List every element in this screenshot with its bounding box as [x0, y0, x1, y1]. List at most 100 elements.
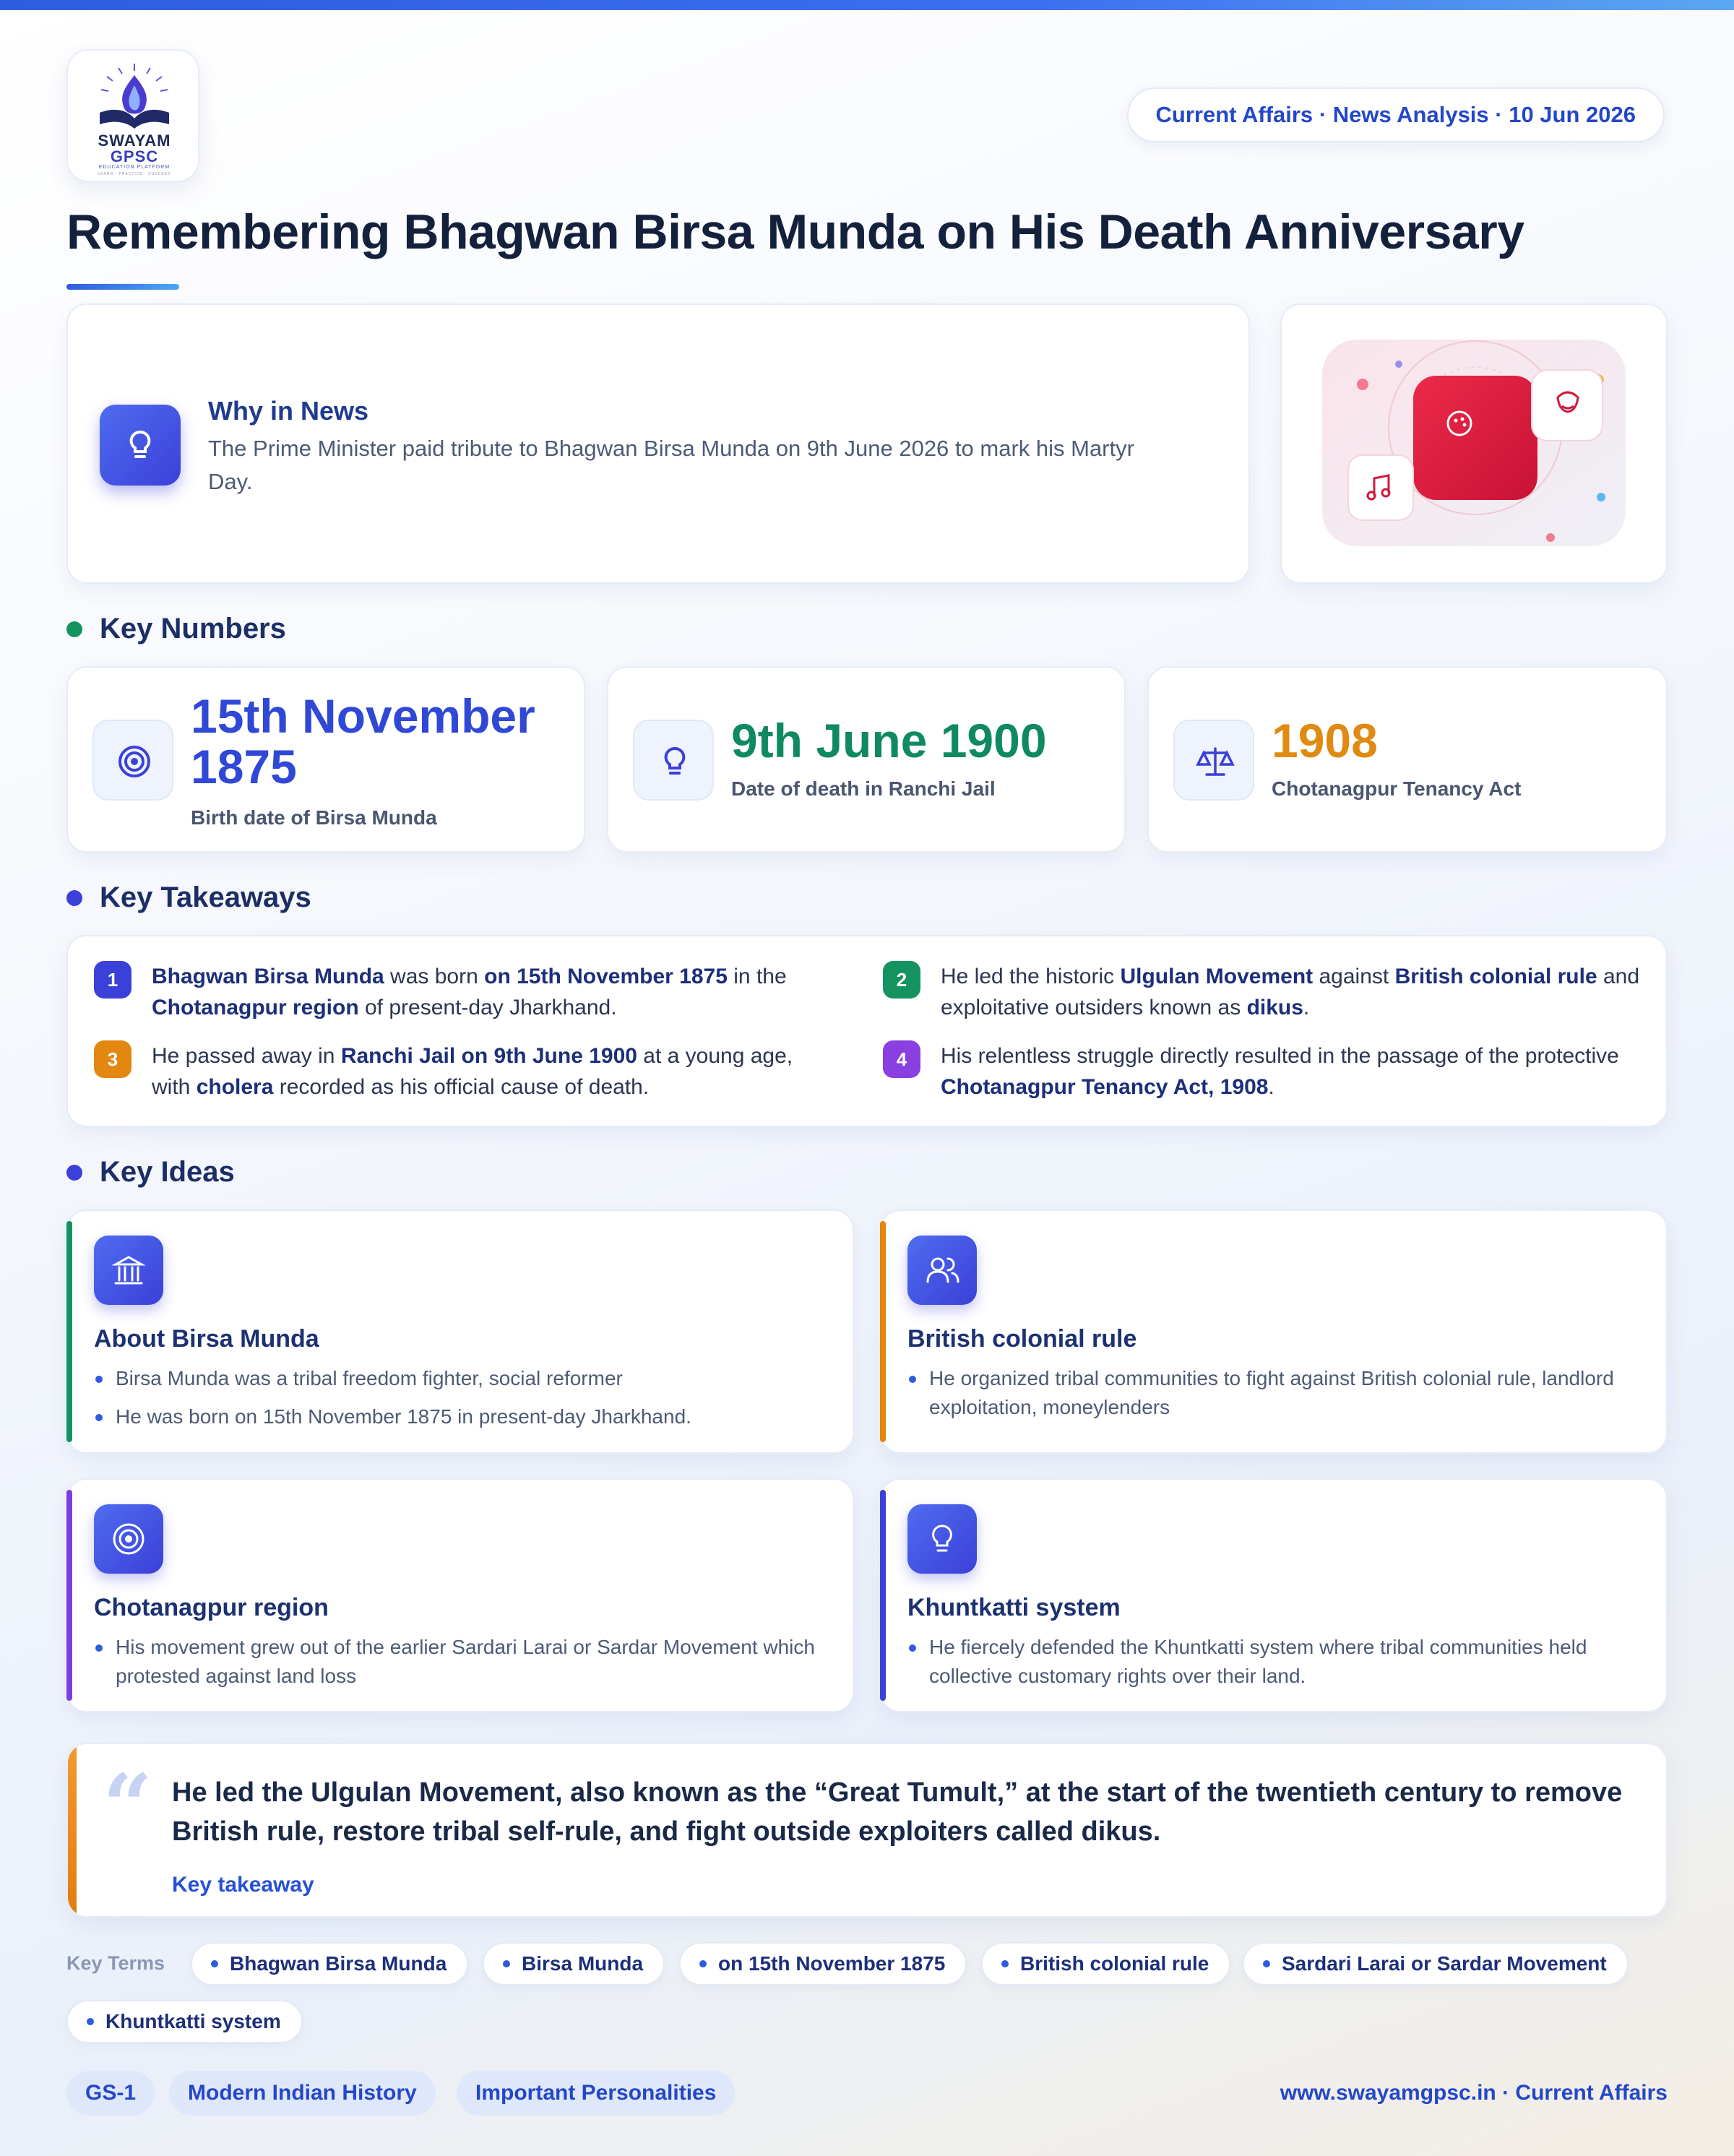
lightbulb-icon: [100, 405, 181, 486]
logo-line-2: GPSC: [110, 147, 159, 165]
key-takeaways-card: 1 Bhagwan Birsa Munda was born on 15th N…: [66, 935, 1668, 1127]
key-quote-card: “ He led the Ulgulan Movement, also know…: [66, 1743, 1668, 1918]
idea-title: Chotanagpur region: [94, 1594, 329, 1621]
key-term-chip[interactable]: Khuntkatti system: [66, 2000, 303, 2043]
scale-icon: [1173, 720, 1254, 801]
idea-point: He fiercely defended the Khuntkatti syst…: [907, 1633, 1637, 1691]
takeaway-number: 4: [883, 1040, 920, 1078]
key-number-card: 1908 Chotanagpur Tenancy Act: [1147, 666, 1668, 853]
takeaway-text: He led the historic Ulgulan Movement aga…: [941, 965, 1640, 1019]
key-term-chip[interactable]: on 15th November 1875: [679, 1942, 967, 1985]
bank-icon: [94, 1236, 163, 1305]
idea-card: About Birsa Munda Birsa Munda was a trib…: [66, 1209, 854, 1454]
culture-illustration: [1322, 340, 1626, 546]
chip-label: on 15th November 1875: [718, 1952, 946, 1975]
meta-pill: Current Affairs · News Analysis · 10 Jun…: [1126, 87, 1665, 142]
topic-tag[interactable]: Important Personalities: [457, 2071, 736, 2116]
key-ideas-heading: Key Ideas: [66, 1156, 235, 1189]
logo-line-3: EDUCATION PLATFORM: [98, 165, 171, 170]
chip-dot: [1001, 1960, 1009, 1967]
section-dot: [66, 889, 82, 906]
key-number-value: 9th June 1900: [731, 714, 1047, 767]
takeaway-number: 1: [94, 961, 131, 999]
key-term-chip[interactable]: Sardari Larai or Sardar Movement: [1243, 1942, 1629, 1985]
key-number-caption: Birth date of Birsa Munda: [191, 806, 437, 829]
chip-label: Sardari Larai or Sardar Movement: [1282, 1952, 1607, 1975]
takeaway-text: Bhagwan Birsa Munda was born on 15th Nov…: [152, 965, 787, 1019]
idea-title: British colonial rule: [907, 1325, 1137, 1353]
key-term-chip[interactable]: Birsa Munda: [483, 1942, 665, 1985]
takeaway-item: 1 Bhagwan Birsa Munda was born on 15th N…: [94, 961, 824, 1023]
chip-label: Bhagwan Birsa Munda: [230, 1952, 447, 1975]
takeaway-item: 2 He led the historic Ulgulan Movement a…: [883, 961, 1649, 1023]
section-title: Key Numbers: [100, 613, 286, 644]
illustration-card: [1280, 303, 1668, 584]
idea-point: He was born on 15th November 1875 in pre…: [94, 1402, 824, 1431]
takeaway-item: 3 He passed away in Ranchi Jail on 9th J…: [94, 1040, 824, 1103]
footer-link[interactable]: www.swayamgpsc.in · Current Affairs: [1280, 2081, 1668, 2105]
section-dot: [66, 1164, 82, 1181]
takeaway-item: 4 His relentless struggle directly resul…: [883, 1040, 1649, 1103]
key-number-card: 9th June 1900 Date of death in Ranchi Ja…: [607, 666, 1126, 853]
chip-label: Khuntkatti system: [105, 2010, 281, 2032]
chip-dot: [699, 1960, 707, 1967]
brand-logo[interactable]: SWAYAM GPSC EDUCATION PLATFORM LEARN · P…: [66, 49, 199, 182]
section-title: Key Takeaways: [100, 881, 311, 913]
idea-accent-bar: [66, 1221, 72, 1442]
chip-dot: [1263, 1960, 1270, 1967]
idea-accent-bar: [880, 1490, 886, 1701]
idea-points: He organized tribal communities to fight…: [907, 1364, 1637, 1431]
idea-title: About Birsa Munda: [94, 1325, 319, 1353]
key-number-value: 1908: [1272, 714, 1378, 767]
target-icon: [92, 720, 173, 801]
idea-card: British colonial rule He organized triba…: [880, 1209, 1668, 1454]
chip-label: Birsa Munda: [522, 1952, 644, 1975]
section-title: Key Ideas: [100, 1156, 235, 1188]
target-icon: [94, 1504, 163, 1574]
chip-dot: [503, 1960, 510, 1967]
idea-point: His movement grew out of the earlier Sar…: [94, 1633, 824, 1691]
key-number-value: 15th November 1875: [191, 689, 535, 793]
quote-accent-bar: [68, 1744, 77, 1916]
takeaway-number: 3: [94, 1040, 131, 1078]
key-takeaways-heading: Key Takeaways: [66, 881, 311, 914]
key-numbers-heading: Key Numbers: [66, 613, 286, 645]
key-number-caption: Chotanagpur Tenancy Act: [1272, 777, 1522, 800]
idea-accent-bar: [880, 1221, 886, 1442]
lightbulb-icon: [633, 720, 714, 801]
title-underline: [66, 284, 179, 290]
users-icon: [907, 1236, 977, 1305]
chip-dot: [211, 1960, 218, 1967]
idea-points: Birsa Munda was a tribal freedom fighter…: [94, 1364, 824, 1441]
quote-text: He led the Ulgulan Movement, also known …: [172, 1777, 1623, 1847]
takeaway-text: His relentless struggle directly resulte…: [941, 1044, 1619, 1099]
idea-point: Birsa Munda was a tribal freedom fighter…: [94, 1364, 824, 1393]
key-terms-label: Key Terms: [66, 1952, 165, 1974]
quote-mark-icon: “: [103, 1755, 153, 1857]
why-in-news-card: Why in News The Prime Minister paid trib…: [66, 303, 1250, 584]
key-term-chip[interactable]: Bhagwan Birsa Munda: [191, 1942, 469, 1985]
topic-tag[interactable]: Modern Indian History: [169, 2071, 436, 2116]
topic-tag[interactable]: GS-1: [66, 2071, 155, 2116]
page-title: Remembering Bhagwan Birsa Munda on His D…: [66, 204, 1524, 259]
idea-accent-bar: [66, 1490, 72, 1701]
takeaway-text: He passed away in Ranchi Jail on 9th Jun…: [152, 1044, 793, 1099]
chip-label: British colonial rule: [1020, 1952, 1209, 1975]
why-in-news-text: The Prime Minister paid tribute to Bhagw…: [208, 436, 1134, 494]
idea-card: Khuntkatti system He fiercely defended t…: [880, 1478, 1668, 1712]
idea-title: Khuntkatti system: [907, 1594, 1121, 1621]
idea-points: He fiercely defended the Khuntkatti syst…: [907, 1633, 1637, 1700]
key-number-card: 15th November 1875 Birth date of Birsa M…: [66, 666, 585, 853]
idea-card: Chotanagpur region His movement grew out…: [66, 1478, 854, 1712]
logo-line-4: LEARN · PRACTICE · SUCCEED: [98, 172, 171, 176]
takeaway-number: 2: [883, 961, 920, 999]
key-number-caption: Date of death in Ranchi Jail: [731, 777, 996, 800]
key-term-chip[interactable]: British colonial rule: [981, 1942, 1231, 1985]
chip-dot: [87, 2018, 94, 2025]
idea-point: He organized tribal communities to fight…: [907, 1364, 1637, 1422]
idea-points: His movement grew out of the earlier Sar…: [94, 1633, 824, 1700]
top-accent-bar: [0, 0, 1734, 10]
lightbulb-icon: [907, 1504, 977, 1574]
why-in-news-heading: Why in News: [208, 396, 369, 426]
quote-label: Key takeaway: [172, 1873, 314, 1897]
